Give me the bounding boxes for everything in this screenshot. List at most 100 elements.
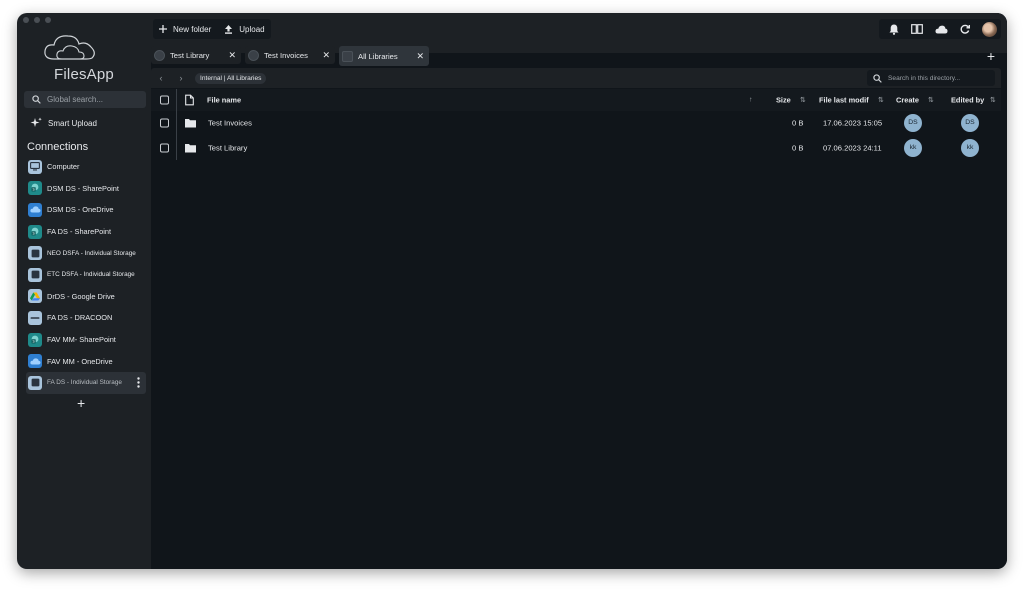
connection-item[interactable]: ETC DSFA - Individual Storage — [26, 264, 146, 286]
directory-search-input[interactable] — [888, 74, 988, 82]
folder-icon — [185, 143, 196, 152]
created-by-avatar[interactable]: DS — [904, 113, 922, 132]
connection-item[interactable]: DrDS - Google Drive — [26, 286, 146, 308]
close-tab-icon[interactable]: ✕ — [322, 50, 330, 61]
file-size: 0 B — [792, 118, 804, 127]
select-all-checkbox[interactable] — [160, 95, 169, 105]
smart-upload-button[interactable]: Smart Upload — [30, 117, 97, 129]
row-checkbox[interactable] — [160, 118, 169, 127]
storage-icon — [28, 375, 42, 390]
onedrive-icon — [28, 202, 42, 217]
connection-item[interactable]: FA DS - DRACOON — [26, 307, 146, 329]
connection-item[interactable]: S FAV MM- SharePoint — [26, 329, 146, 351]
column-file-name[interactable]: File name — [207, 96, 241, 105]
tab-test-library[interactable]: Test Library ✕ — [151, 46, 241, 64]
breadcrumb[interactable]: Internal | All Libraries — [195, 72, 267, 84]
sort-toggle-icon[interactable]: ⇅ — [800, 96, 806, 104]
refresh-icon[interactable] — [960, 24, 970, 34]
search-icon — [32, 95, 41, 104]
upload-label: Upload — [239, 24, 265, 34]
created-by-avatar[interactable]: kk — [904, 138, 922, 157]
table-row[interactable]: Test Library 0 B 07.06.2023 24:11 kk kk — [151, 135, 1001, 160]
split-view-icon[interactable] — [911, 24, 923, 34]
row-checkbox[interactable] — [160, 143, 169, 152]
google-drive-icon — [28, 289, 42, 304]
tab-label: Test Library — [170, 50, 210, 60]
app-name: FilesApp — [54, 66, 114, 83]
connection-item[interactable]: DSM DS - OneDrive — [26, 199, 146, 221]
column-file-last-modified[interactable]: File last modified — [819, 96, 869, 105]
sharepoint-icon: S — [28, 332, 42, 347]
directory-search[interactable] — [867, 70, 995, 86]
upload-button[interactable]: Upload — [224, 24, 265, 34]
more-options-icon[interactable] — [137, 377, 140, 390]
connection-label: FAV MM - OneDrive — [47, 356, 113, 366]
sidebar: FilesApp Smart Upload Connections Comput… — [17, 13, 151, 569]
cloud-icon[interactable] — [935, 25, 948, 34]
connection-label: FA DS - DRACOON — [47, 313, 113, 323]
sort-arrow-up-icon[interactable]: ↑ — [749, 97, 753, 104]
storage-icon — [28, 246, 42, 261]
connection-item[interactable]: FAV MM - OneDrive — [26, 350, 146, 372]
sharepoint-icon: S — [28, 224, 42, 239]
new-folder-label: New folder — [173, 24, 212, 34]
upload-icon — [225, 24, 233, 34]
file-icon — [185, 94, 194, 106]
connection-item[interactable]: NEO DSFA - Individual Storage — [26, 242, 146, 264]
connection-label: DrDS - Google Drive — [47, 291, 115, 301]
search-icon — [873, 73, 882, 83]
column-created-by[interactable]: Created by — [896, 96, 919, 105]
sharepoint-icon: S — [28, 181, 42, 196]
global-search-input[interactable] — [47, 95, 137, 104]
connection-label: ETC DSFA - Individual Storage — [47, 271, 135, 279]
tab-all-libraries[interactable]: All Libraries ✕ — [339, 46, 429, 66]
tab-bar: Test Library ✕ Test Invoices ✕ All Libraries… — [151, 46, 429, 66]
storage-icon — [28, 267, 42, 282]
global-search[interactable] — [24, 91, 146, 108]
edited-by-avatar[interactable]: DS — [961, 113, 979, 132]
path-bar: ‹ › Internal | All Libraries — [151, 68, 1001, 88]
connection-label: DSM DS - SharePoint — [47, 183, 119, 193]
connection-item[interactable]: S FA DS - SharePoint — [26, 221, 146, 243]
connection-item[interactable]: FA DS - Individual Storage — [26, 371, 146, 394]
column-edited-by[interactable]: Edited by — [951, 96, 984, 105]
connection-label: FA DS - SharePoint — [47, 227, 112, 237]
sparkle-icon — [30, 117, 42, 127]
connections-heading: Connections — [27, 141, 89, 153]
close-tab-icon[interactable]: ✕ — [416, 51, 424, 62]
file-name[interactable]: Test Invoices — [208, 118, 252, 127]
file-name[interactable]: Test Library — [208, 143, 247, 152]
file-modified: 17.06.2023 15:05 — [823, 118, 883, 127]
table-row[interactable]: Test Invoices 0 B 17.06.2023 15:05 DS DS — [151, 110, 1001, 135]
connection-label: FAV MM- SharePoint — [47, 335, 116, 345]
edited-by-avatar[interactable]: kk — [961, 138, 979, 157]
toolbar: New folder Upload — [153, 19, 271, 39]
tab-icon — [342, 50, 353, 62]
sort-toggle-icon[interactable]: ⇅ — [990, 96, 996, 104]
connections-list: Computer S DSM DS - SharePoint DSM DS - One… — [26, 156, 146, 394]
cloud-logo-icon — [44, 35, 95, 60]
new-folder-button[interactable]: New folder — [159, 25, 211, 34]
connection-label: Computer — [47, 162, 80, 172]
header-actions — [879, 19, 1001, 39]
close-tab-icon[interactable]: ✕ — [228, 50, 236, 61]
tab-label: Test Invoices — [264, 50, 308, 60]
connection-item[interactable]: S DSM DS - SharePoint — [26, 178, 146, 200]
connection-label: DSM DS - OneDrive — [47, 205, 114, 215]
file-modified: 07.06.2023 24:11 — [823, 143, 882, 152]
connection-label: FA DS - Individual Storage — [47, 379, 122, 387]
bell-icon[interactable] — [889, 24, 899, 35]
user-avatar[interactable] — [982, 21, 997, 37]
column-size[interactable]: Size — [776, 96, 791, 105]
onedrive-icon — [28, 354, 42, 369]
connection-item[interactable]: Computer — [26, 156, 146, 178]
back-arrow-icon[interactable]: ‹ — [151, 73, 171, 83]
add-tab-button[interactable]: + — [987, 48, 995, 64]
smart-upload-label: Smart Upload — [48, 118, 97, 128]
sort-toggle-icon[interactable]: ⇅ — [928, 96, 934, 104]
folder-icon — [185, 118, 196, 127]
tab-test-invoices[interactable]: Test Invoices ✕ — [245, 46, 335, 64]
add-connection-button[interactable]: + — [77, 395, 85, 411]
sort-toggle-icon[interactable]: ⇅ — [878, 96, 884, 104]
forward-arrow-icon[interactable]: › — [171, 73, 191, 83]
